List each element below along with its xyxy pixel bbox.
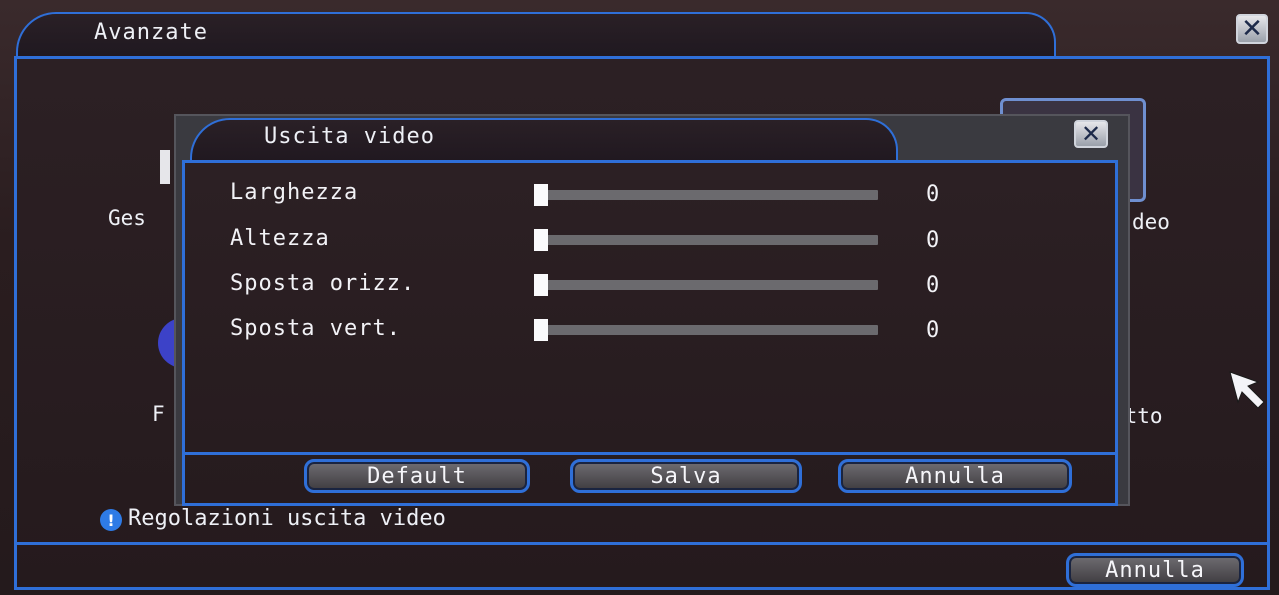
height-value: 0	[926, 228, 940, 253]
background-item-label[interactable]: Ges	[108, 206, 146, 230]
screen: Avanzate ✕ Ges deo F otto ! Regolazioni …	[0, 0, 1279, 595]
cancel-button[interactable]: Annulla	[838, 459, 1072, 493]
slider-thumb[interactable]	[534, 184, 548, 206]
slider-track	[534, 235, 878, 245]
background-icon-fragment	[160, 150, 170, 184]
save-button[interactable]: Salva	[570, 459, 802, 493]
info-icon: !	[100, 509, 122, 531]
status-hint: Regolazioni uscita video	[128, 506, 446, 531]
height-label: Altezza	[230, 226, 330, 251]
background-item-label[interactable]: deo	[1132, 210, 1170, 234]
outer-close-button[interactable]: ✕	[1236, 14, 1268, 44]
slider-thumb[interactable]	[534, 319, 548, 341]
close-icon: ✕	[1241, 14, 1263, 44]
horizontal-offset-slider[interactable]	[534, 274, 878, 296]
mouse-cursor-icon	[1229, 371, 1265, 409]
outer-window-title: Avanzate	[94, 20, 208, 45]
horizontal-offset-value: 0	[926, 273, 940, 298]
vertical-offset-label: Sposta vert.	[230, 316, 401, 341]
dialog-close-button[interactable]: ✕	[1074, 120, 1108, 148]
slider-thumb[interactable]	[534, 274, 548, 296]
width-value: 0	[926, 182, 940, 207]
horizontal-offset-label: Sposta orizz.	[230, 271, 416, 296]
slider-track	[534, 325, 878, 335]
width-slider[interactable]	[534, 184, 878, 206]
default-button[interactable]: Default	[304, 459, 530, 493]
dialog-footer-divider	[182, 452, 1118, 455]
vertical-offset-slider[interactable]	[534, 319, 878, 341]
width-label: Larghezza	[230, 180, 359, 205]
close-icon: ✕	[1080, 120, 1102, 148]
outer-footer-divider	[14, 542, 1270, 545]
slider-thumb[interactable]	[534, 229, 548, 251]
background-item-label[interactable]: F	[152, 402, 165, 426]
slider-track	[534, 190, 878, 200]
slider-track	[534, 280, 878, 290]
outer-cancel-button[interactable]: Annulla	[1066, 553, 1244, 587]
dialog-title: Uscita video	[264, 124, 435, 149]
vertical-offset-value: 0	[926, 318, 940, 343]
height-slider[interactable]	[534, 229, 878, 251]
